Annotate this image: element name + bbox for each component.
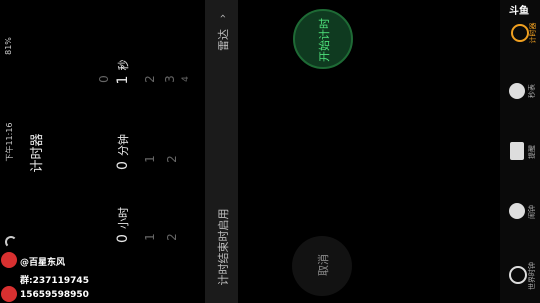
seconds-value: 1 xyxy=(115,75,131,85)
nav-item-world-clock[interactable]: 世界时钟 xyxy=(500,252,540,298)
alarm-clock-icon xyxy=(509,203,525,219)
alarm-icon xyxy=(510,142,524,160)
page-title: 计时器 xyxy=(30,133,45,173)
minutes-unit: 分钟 xyxy=(117,134,130,156)
watermark-group: 群:237119745 xyxy=(20,276,89,286)
wifi-icon xyxy=(5,236,17,248)
watermark-avatar xyxy=(1,252,17,268)
hours-picker[interactable]: 0 小时 xyxy=(112,195,132,255)
hours-next-2: 2 xyxy=(165,233,179,241)
battery-indicator: 81% xyxy=(4,26,16,66)
minutes-value: 0 xyxy=(115,161,131,171)
watermark-avatar-2 xyxy=(1,286,17,302)
hours-unit: 小时 xyxy=(117,207,130,229)
watermark-phone: 15659598950 xyxy=(20,290,89,300)
seconds-next-2: 3 xyxy=(163,75,177,83)
chevron-right-icon: › xyxy=(216,13,229,19)
watermark-name: @百星东风 xyxy=(20,258,66,268)
hours-value: 0 xyxy=(115,234,131,244)
nav-label-alarm: 闹钟 xyxy=(528,205,536,219)
minutes-next-2: 2 xyxy=(165,155,179,163)
stopwatch-icon xyxy=(509,83,525,99)
timer-icon xyxy=(511,24,529,42)
ringtone-value: 雷达 xyxy=(217,29,230,51)
hours-next-1: 1 xyxy=(143,233,157,241)
nav-label-reminder: 提醒 xyxy=(528,145,536,159)
nav-label-stopwatch: 秒表 xyxy=(528,84,536,98)
seconds-prev: 0 xyxy=(97,75,111,83)
nav-label-world-clock: 世界时钟 xyxy=(528,262,536,290)
start-label: 开始计时 xyxy=(318,18,331,62)
battery-percent: 81% xyxy=(4,37,13,55)
minutes-picker[interactable]: 0 分钟 xyxy=(112,122,132,182)
seconds-next-3: 4 xyxy=(181,76,191,82)
nav-item-alarm[interactable]: 闹钟 xyxy=(500,192,540,232)
nav-item-reminder[interactable]: 提醒 xyxy=(500,132,540,172)
minutes-next-1: 1 xyxy=(143,155,157,163)
cancel-label: 取消 xyxy=(317,254,330,276)
seconds-picker[interactable]: 1 秒 xyxy=(112,50,132,94)
seconds-next-1: 2 xyxy=(143,75,157,83)
nav-item-timer[interactable]: 计时器 xyxy=(500,14,540,54)
nav-item-stopwatch[interactable]: 秒表 xyxy=(500,72,540,112)
timer-end-label: 计时结束时启用 xyxy=(217,208,230,286)
status-time: 下午11:16 xyxy=(5,122,14,162)
seconds-unit: 秒 xyxy=(117,59,130,71)
nav-label-timer: 计时器 xyxy=(529,22,537,44)
globe-icon xyxy=(509,266,527,284)
